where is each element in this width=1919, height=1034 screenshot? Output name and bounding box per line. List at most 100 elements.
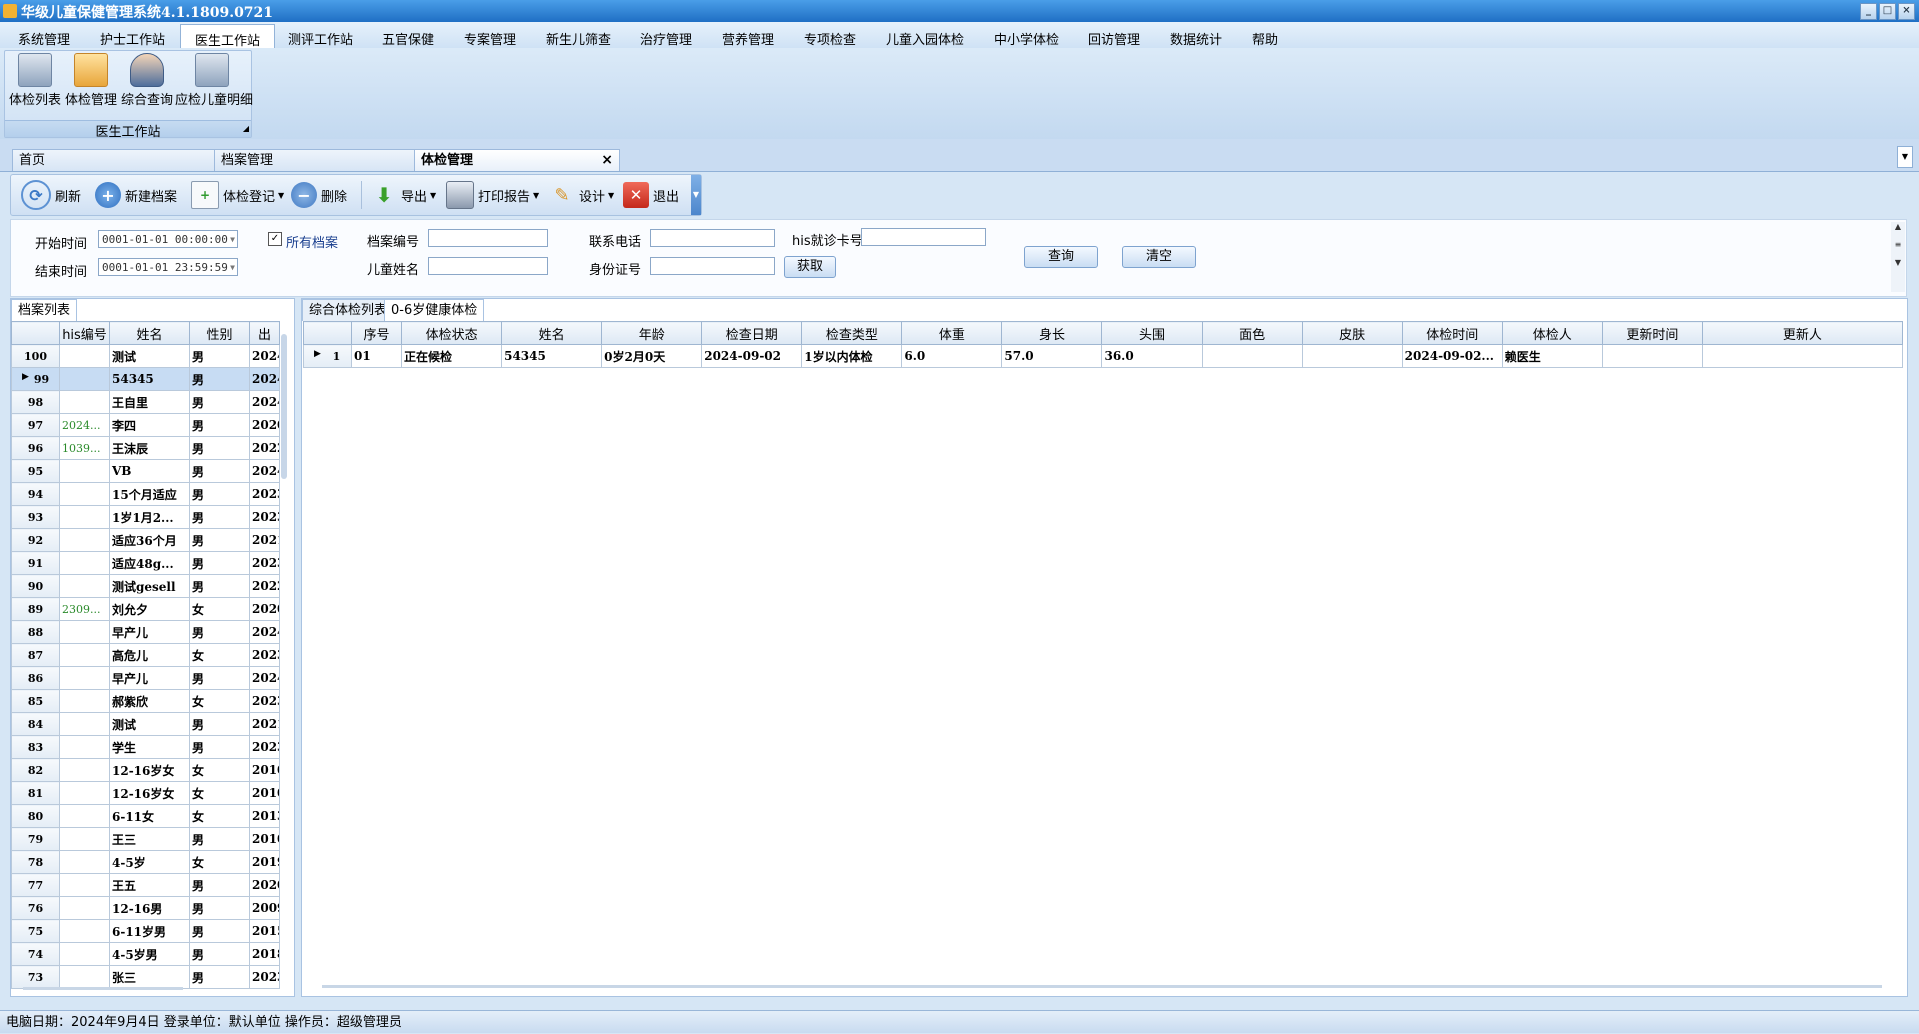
tab-exam-management[interactable]: 体检管理 × bbox=[414, 149, 620, 171]
table-cell[interactable] bbox=[1201, 344, 1303, 368]
exam-management-button[interactable]: 体检管理 bbox=[65, 53, 117, 108]
table-row[interactable]: 100 测试男2024 bbox=[11, 344, 280, 368]
sex-cell[interactable]: 男 bbox=[189, 390, 250, 414]
his-number-cell[interactable]: 2024... bbox=[59, 413, 110, 437]
table-cell[interactable] bbox=[1701, 344, 1904, 368]
design-button[interactable]: ✎ 设计 ▼ bbox=[549, 181, 614, 209]
table-row[interactable]: 83 学生男2023 bbox=[11, 735, 280, 759]
birth-cell[interactable]: 2020 bbox=[249, 597, 280, 621]
birth-cell[interactable]: 2024 bbox=[249, 344, 280, 368]
birth-cell[interactable]: 2020 bbox=[249, 873, 280, 897]
column-header[interactable]: 年龄 bbox=[601, 321, 703, 345]
name-cell[interactable]: 12-16岁女 bbox=[109, 758, 190, 782]
his-number-cell[interactable] bbox=[59, 528, 110, 552]
menu-special-exam[interactable]: 专项检查 bbox=[800, 27, 860, 50]
column-header[interactable]: 更新人 bbox=[1701, 321, 1904, 345]
birth-cell[interactable]: 2018 bbox=[249, 942, 280, 966]
menu-school-exam[interactable]: 中小学体检 bbox=[990, 27, 1063, 50]
table-cell[interactable]: 57.0 bbox=[1001, 344, 1103, 368]
table-row[interactable]: 98 王自里男2024 bbox=[11, 390, 280, 414]
birth-cell[interactable]: 2023 bbox=[249, 551, 280, 575]
sex-cell[interactable]: 男 bbox=[189, 551, 250, 575]
his-number-cell[interactable] bbox=[59, 827, 110, 851]
row-number[interactable]: 81 bbox=[11, 781, 60, 805]
row-number[interactable]: 94 bbox=[11, 482, 60, 506]
general-query-button[interactable]: 综合查询 bbox=[121, 53, 173, 108]
name-cell[interactable]: VB bbox=[109, 459, 190, 483]
name-cell[interactable]: 适应48g... bbox=[109, 551, 190, 575]
his-number-cell[interactable] bbox=[59, 390, 110, 414]
child-name-input[interactable] bbox=[428, 257, 548, 275]
column-header[interactable]: 检查日期 bbox=[701, 321, 803, 345]
filter-scrollbar[interactable]: ▲ ≡ ▼ bbox=[1891, 222, 1905, 292]
end-time-field[interactable]: 0001-01-01 23:59:59 ▼ bbox=[98, 258, 238, 276]
his-number-cell[interactable] bbox=[59, 482, 110, 506]
row-number[interactable]: 96 bbox=[11, 436, 60, 460]
sex-cell[interactable]: 男 bbox=[189, 367, 250, 391]
table-row[interactable]: 91 适应48g...男2023 bbox=[11, 551, 280, 575]
row-number[interactable]: 73 bbox=[11, 965, 60, 989]
row-number[interactable]: 80 bbox=[11, 804, 60, 828]
name-cell[interactable]: 1岁1月2... bbox=[109, 505, 190, 529]
sex-cell[interactable]: 男 bbox=[189, 620, 250, 644]
table-cell[interactable]: 6.0 bbox=[901, 344, 1003, 368]
column-header[interactable]: 头围 bbox=[1101, 321, 1203, 345]
name-cell[interactable]: 4-5岁男 bbox=[109, 942, 190, 966]
tab-home[interactable]: 首页 bbox=[12, 149, 220, 171]
row-number[interactable]: 91 bbox=[11, 551, 60, 575]
table-row[interactable]: 73 张三男2023 bbox=[11, 965, 280, 989]
table-row[interactable]: 77 王五男2020 bbox=[11, 873, 280, 897]
column-header[interactable]: 检查类型 bbox=[801, 321, 903, 345]
column-header[interactable]: 面色 bbox=[1201, 321, 1303, 345]
column-header-his-no[interactable]: his编号 bbox=[59, 321, 110, 345]
new-file-button[interactable]: + 新建档案 bbox=[95, 181, 177, 209]
table-row[interactable]: 88 早产儿男2024 bbox=[11, 620, 280, 644]
his-number-cell[interactable] bbox=[59, 758, 110, 782]
sex-cell[interactable]: 男 bbox=[189, 505, 250, 529]
name-cell[interactable]: 郝紫欣 bbox=[109, 689, 190, 713]
file-number-input[interactable] bbox=[428, 229, 548, 247]
birth-cell[interactable]: 2023 bbox=[249, 735, 280, 759]
maximize-button[interactable]: □ bbox=[1879, 3, 1896, 20]
menu-nurse-station[interactable]: 护士工作站 bbox=[96, 27, 169, 50]
table-cell[interactable]: 36.0 bbox=[1101, 344, 1203, 368]
chevron-down-icon[interactable]: ▼ bbox=[230, 231, 235, 249]
birth-cell[interactable]: 2023 bbox=[249, 689, 280, 713]
birth-cell[interactable]: 2023 bbox=[249, 505, 280, 529]
table-row[interactable]: 93 1岁1月2...男2023 bbox=[11, 505, 280, 529]
menu-system[interactable]: 系统管理 bbox=[14, 27, 74, 50]
menu-nutrition[interactable]: 营养管理 bbox=[718, 27, 778, 50]
menu-treatment[interactable]: 治疗管理 bbox=[636, 27, 696, 50]
birth-cell[interactable]: 2024 bbox=[249, 390, 280, 414]
row-number[interactable]: 93 bbox=[11, 505, 60, 529]
table-row[interactable]: 81 12-16岁女女2010 bbox=[11, 781, 280, 805]
table-cell[interactable]: 2024-09-02 bbox=[701, 344, 803, 368]
table-row[interactable]: 80 6-11女女2013 bbox=[11, 804, 280, 828]
row-number[interactable]: 77 bbox=[11, 873, 60, 897]
row-number[interactable]: 82 bbox=[11, 758, 60, 782]
fetch-button[interactable]: 获取 bbox=[784, 256, 836, 278]
birth-cell[interactable]: 2022 bbox=[249, 436, 280, 460]
column-header[interactable]: 体检时间 bbox=[1401, 321, 1503, 345]
row-number[interactable]: 76 bbox=[11, 896, 60, 920]
his-number-cell[interactable] bbox=[59, 965, 110, 989]
column-header-birth[interactable]: 出 bbox=[249, 321, 280, 345]
his-number-cell[interactable] bbox=[59, 666, 110, 690]
close-tab-icon[interactable]: × bbox=[601, 150, 613, 171]
sex-cell[interactable]: 男 bbox=[189, 528, 250, 552]
row-number[interactable]: 95 bbox=[11, 459, 60, 483]
table-row[interactable]: 79 王三男2010 bbox=[11, 827, 280, 851]
sex-cell[interactable]: 男 bbox=[189, 965, 250, 989]
name-cell[interactable]: 4-5岁 bbox=[109, 850, 190, 874]
birth-cell[interactable]: 2024 bbox=[249, 367, 280, 391]
row-number[interactable]: 100 bbox=[11, 344, 60, 368]
menu-case-management[interactable]: 专案管理 bbox=[460, 27, 520, 50]
birth-cell[interactable]: 2010 bbox=[249, 781, 280, 805]
his-number-cell[interactable] bbox=[59, 551, 110, 575]
sex-cell[interactable]: 女 bbox=[189, 850, 250, 874]
sex-cell[interactable]: 女 bbox=[189, 781, 250, 805]
tab-file-management[interactable]: 档案管理 bbox=[214, 149, 420, 171]
sex-cell[interactable]: 男 bbox=[189, 942, 250, 966]
sex-cell[interactable]: 男 bbox=[189, 666, 250, 690]
tab-health-exam-0-6[interactable]: 0-6岁健康体检 bbox=[384, 299, 485, 321]
